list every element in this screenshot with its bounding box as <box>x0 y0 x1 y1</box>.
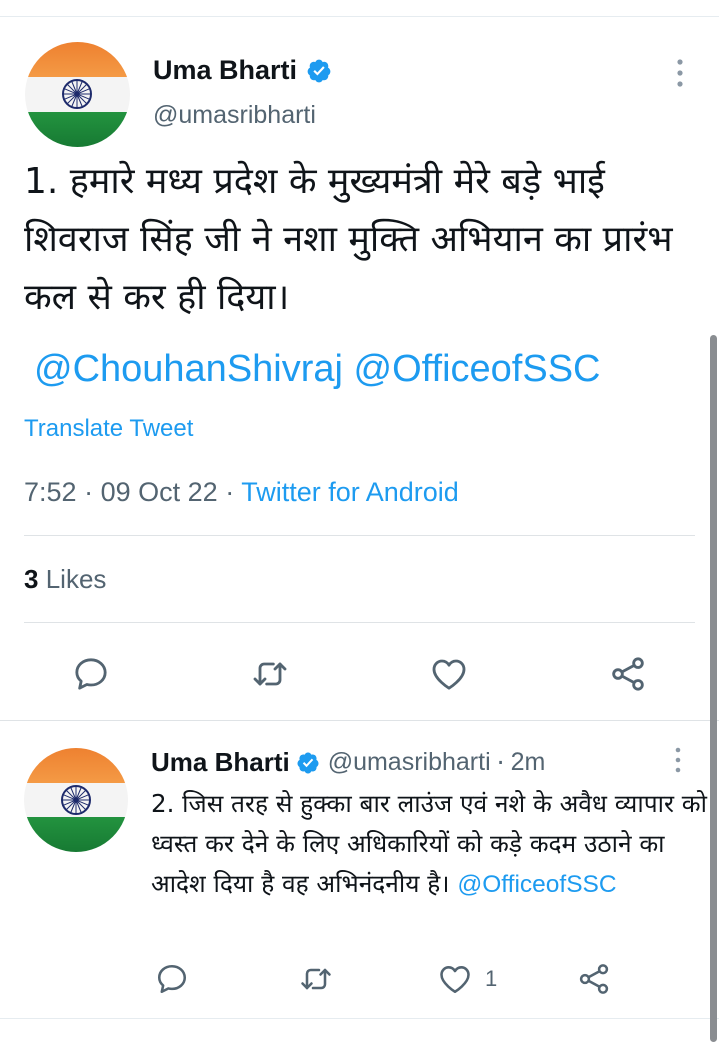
likes-label: Likes <box>45 564 107 594</box>
meta-separator: · <box>496 748 505 777</box>
tweet-date[interactable]: 09 Oct 22 <box>101 477 218 507</box>
more-options-icon[interactable] <box>668 746 688 774</box>
like-icon[interactable] <box>429 654 469 694</box>
divider <box>24 535 695 536</box>
author-name[interactable]: Uma Bharti <box>153 55 297 86</box>
reply-text: 2. जिस तरह से हुक्का बार लाउंज एवं नशे क… <box>151 784 711 905</box>
reply-icon[interactable] <box>71 654 111 694</box>
meta-separator: · <box>225 477 235 507</box>
likes-stat[interactable]: 3 Likes <box>24 564 106 595</box>
reply-body: 2. जिस तरह से हुक्का बार लाउंज एवं नशे क… <box>151 789 707 898</box>
reply-mention[interactable]: @OfficeofSSC <box>457 871 616 898</box>
likes-count: 3 <box>24 564 39 594</box>
reply-icon[interactable] <box>154 961 190 997</box>
tweet-meta: 7:52 · 09 Oct 22 · Twitter for Android <box>24 477 459 508</box>
retweet-icon[interactable] <box>298 961 334 997</box>
verified-badge-icon <box>307 59 331 82</box>
like-icon[interactable] <box>437 961 473 997</box>
main-tweet: Uma Bharti @umasribharti 1. हमारे मध्य प… <box>0 17 719 721</box>
author-row: Uma Bharti <box>153 55 332 86</box>
more-options-icon[interactable] <box>670 57 690 89</box>
tweet-source[interactable]: Twitter for Android <box>241 477 459 507</box>
reply-author-row: Uma Bharti @umasribharti · 2m <box>151 747 545 778</box>
reply-tweet[interactable]: Uma Bharti @umasribharti · 2m 2. जिस तरह… <box>0 720 719 1020</box>
divider <box>24 622 695 623</box>
verified-badge-icon <box>297 752 319 773</box>
scrollbar[interactable] <box>710 335 717 1042</box>
avatar[interactable] <box>24 748 128 852</box>
author-handle[interactable]: @umasribharti <box>153 101 316 130</box>
share-icon[interactable] <box>608 654 648 694</box>
tweet-text: 1. हमारे मध्य प्रदेश के मुख्यमंत्री मेरे… <box>24 161 673 318</box>
tweet-time[interactable]: 7:52 <box>24 477 77 507</box>
share-icon[interactable] <box>576 961 612 997</box>
retweet-icon[interactable] <box>250 654 290 694</box>
ashoka-chakra-icon <box>62 79 92 109</box>
meta-separator: · <box>84 477 94 507</box>
tweet-mentions[interactable]: @ChouhanShivraj @OfficeofSSC <box>34 348 601 391</box>
author-name[interactable]: Uma Bharti <box>151 747 290 778</box>
ashoka-chakra-icon <box>61 785 91 815</box>
author-handle[interactable]: @umasribharti <box>328 748 491 777</box>
like-count: 1 <box>485 966 498 991</box>
tweet-time[interactable]: 2m <box>511 748 546 777</box>
divider <box>0 1018 719 1019</box>
translate-tweet-link[interactable]: Translate Tweet <box>24 415 193 443</box>
avatar[interactable] <box>25 42 130 147</box>
